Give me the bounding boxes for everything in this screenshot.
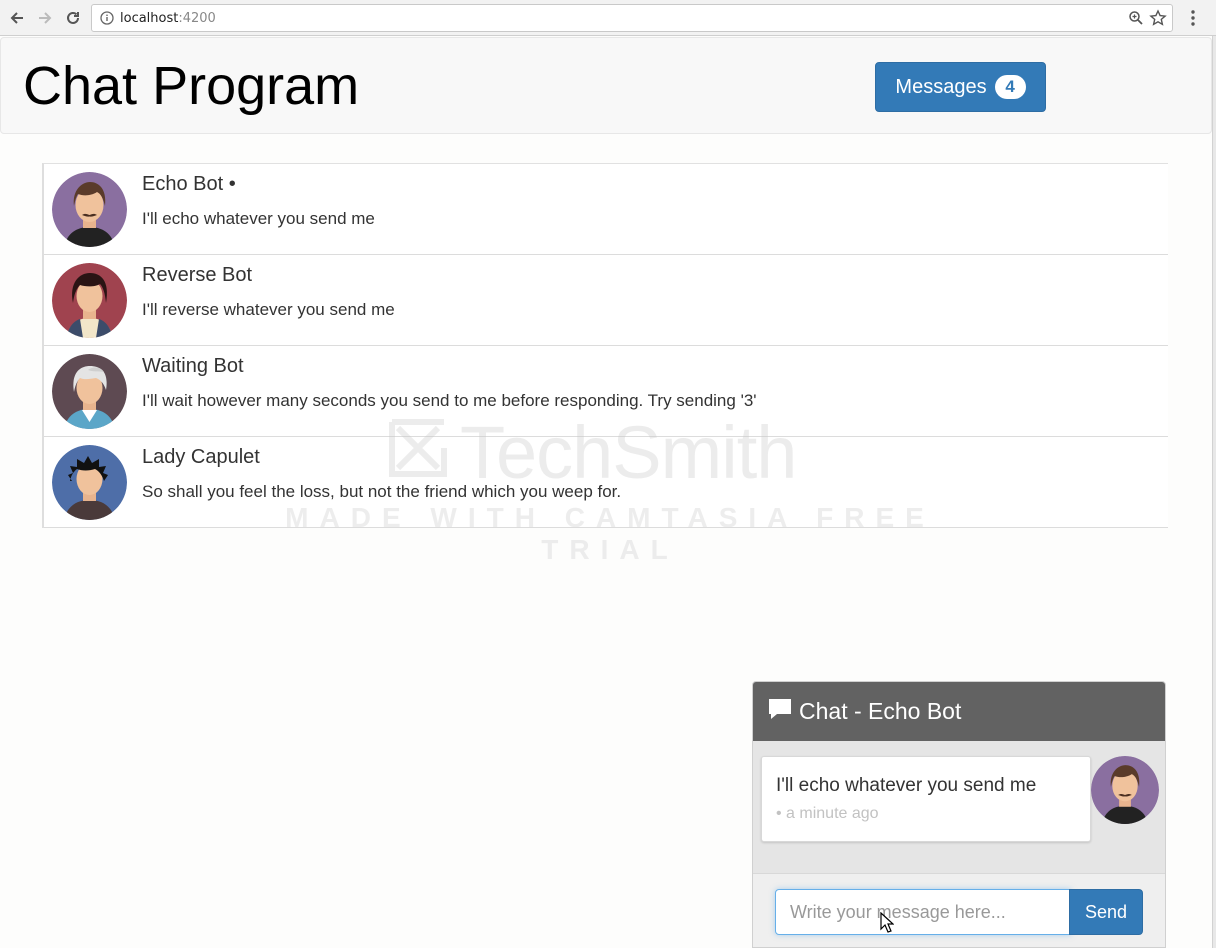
chat-title: Chat - Echo Bot: [799, 698, 962, 724]
messages-button-label: Messages: [895, 75, 987, 98]
url-text: localhost:4200: [120, 11, 216, 26]
message-bubble: I'll echo whatever you send me • a minut…: [761, 756, 1091, 842]
message-input[interactable]: [775, 889, 1071, 935]
contact-name: Reverse Bot: [142, 264, 253, 286]
messages-button[interactable]: Messages 4: [875, 62, 1046, 112]
avatar: [52, 172, 127, 247]
chat-input-area: Send: [753, 873, 1165, 947]
message-text: I'll echo whatever you send me: [776, 775, 1037, 796]
bookmark-star-icon[interactable]: [1149, 9, 1167, 32]
contact-item-reverse-bot[interactable]: Reverse Bot I'll reverse whatever you se…: [44, 255, 1168, 346]
mouse-cursor-icon: [880, 911, 895, 939]
avatar: [52, 354, 127, 429]
contact-item-lady-capulet[interactable]: Lady Capulet So shall you feel the loss,…: [44, 437, 1168, 528]
navbar: Chat Program Messages 4: [0, 37, 1212, 134]
contact-description: I'll echo whatever you send me: [142, 209, 375, 228]
contact-description: I'll wait however many seconds you send …: [142, 391, 757, 410]
info-icon[interactable]: [100, 11, 114, 30]
comment-icon: [767, 697, 793, 727]
chat-header[interactable]: Chat - Echo Bot: [753, 682, 1165, 741]
zoom-icon[interactable]: [1128, 10, 1144, 31]
message-timestamp: • a minute ago: [776, 805, 879, 822]
chat-window: Chat - Echo Bot I'll echo whatever you s…: [752, 681, 1166, 948]
forward-icon[interactable]: [33, 6, 57, 30]
scrollbar[interactable]: [1212, 36, 1216, 948]
contact-name: Waiting Bot: [142, 355, 244, 377]
chat-messages: I'll echo whatever you send me • a minut…: [753, 741, 1165, 873]
back-icon[interactable]: [5, 6, 29, 30]
avatar: [52, 445, 127, 520]
contact-item-echo-bot[interactable]: Echo Bot • I'll echo whatever you send m…: [44, 164, 1168, 255]
contact-list: Echo Bot • I'll echo whatever you send m…: [42, 163, 1168, 528]
messages-count-badge: 4: [994, 75, 1026, 99]
reload-icon[interactable]: [61, 6, 85, 30]
page-title: Chat Program: [23, 56, 360, 116]
contact-name: Echo Bot •: [142, 173, 236, 195]
browser-toolbar: localhost:4200: [0, 0, 1216, 36]
contact-description: So shall you feel the loss, but not the …: [142, 482, 622, 501]
contact-item-waiting-bot[interactable]: Waiting Bot I'll wait however many secon…: [44, 346, 1168, 437]
contact-name: Lady Capulet: [142, 446, 260, 468]
address-bar[interactable]: localhost:4200: [91, 4, 1173, 32]
browser-menu-icon[interactable]: [1184, 6, 1202, 30]
send-button[interactable]: Send: [1069, 889, 1143, 935]
contact-description: I'll reverse whatever you send me: [142, 300, 395, 319]
avatar: [52, 263, 127, 338]
avatar: [1091, 756, 1159, 824]
